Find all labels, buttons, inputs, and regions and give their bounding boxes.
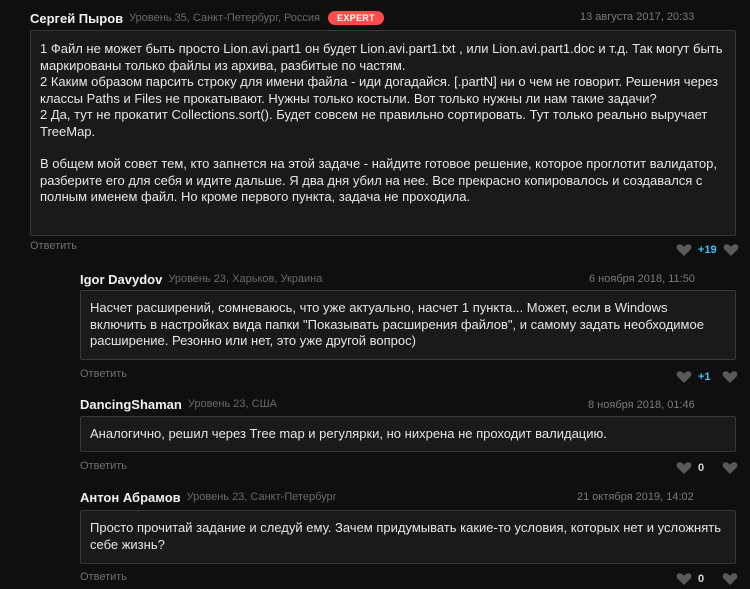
reply-link[interactable]: Ответить — [30, 240, 77, 252]
like-score: +19 — [698, 244, 717, 256]
comment-author[interactable]: Антон Абрамов — [80, 490, 181, 505]
reply-comment: Igor Davydov Уровень 23, Харьков, Украин… — [0, 262, 750, 392]
like-heart-icon[interactable] — [676, 370, 692, 384]
dislike-heart-icon[interactable] — [722, 572, 738, 586]
comment-paragraph: Аналогично, решил через Tree map и регул… — [90, 426, 607, 441]
comment-paragraph: Насчет расширений, сомневаюсь, что уже а… — [90, 300, 704, 348]
like-score: 0 — [698, 462, 705, 474]
comment-body: 1 Файл не может быть просто Lion.avi.par… — [30, 30, 736, 236]
comment-author[interactable]: DancingShaman — [80, 397, 182, 412]
like-score: +1 — [698, 371, 711, 383]
dislike-heart-icon[interactable] — [722, 461, 738, 475]
comment-body: Просто прочитай задание и следуй ему. За… — [80, 510, 736, 564]
like-score: 0 — [698, 573, 705, 585]
comment-author-meta: Уровень 23, США — [187, 398, 277, 410]
like-heart-icon[interactable] — [676, 243, 692, 257]
comment-paragraph: 1 Файл не может быть просто Lion.avi.par… — [40, 41, 723, 73]
reactions: +19 — [676, 243, 739, 257]
reactions: +1 — [676, 370, 738, 384]
dislike-heart-icon[interactable] — [723, 243, 739, 257]
reply-link[interactable]: Ответить — [80, 571, 127, 583]
comment-body: Насчет расширений, сомневаюсь, что уже а… — [80, 290, 736, 360]
like-heart-icon[interactable] — [676, 461, 692, 475]
comment-date: 6 ноября 2018, 11:50 — [589, 273, 695, 285]
comment-paragraph: Просто прочитай задание и следуй ему. За… — [90, 520, 721, 552]
comment-author[interactable]: Igor Davydov — [80, 272, 162, 287]
comment-author[interactable]: Сергей Пыров — [30, 11, 123, 26]
comment-author-meta: Уровень 35, Санкт-Петербург, Россия — [129, 12, 321, 24]
reply-link[interactable]: Ответить — [80, 368, 127, 380]
comment-paragraph: В общем мой совет тем, кто запнется на э… — [40, 156, 717, 204]
reactions: 0 — [676, 461, 738, 475]
comment-author-meta: Уровень 23, Санкт-Петербург — [186, 491, 337, 503]
comment-body: Аналогично, решил через Tree map и регул… — [80, 416, 736, 452]
expert-badge: EXPERT — [328, 11, 384, 25]
dislike-heart-icon[interactable] — [722, 370, 738, 384]
like-heart-icon[interactable] — [676, 572, 692, 586]
reactions: 0 — [676, 572, 738, 586]
comment-author-meta: Уровень 23, Харьков, Украина — [168, 273, 323, 285]
reply-link[interactable]: Ответить — [80, 460, 127, 472]
reply-comment: Антон Абрамов Уровень 23, Санкт-Петербур… — [0, 486, 750, 589]
comment-date: 21 октября 2019, 14:02 — [577, 491, 694, 503]
comment-paragraph: 2 Каким образом парсить строку для имени… — [40, 74, 718, 106]
reply-comment: DancingShaman Уровень 23, США 8 ноября 2… — [0, 392, 750, 486]
comment-date: 13 августа 2017, 20:33 — [580, 11, 695, 23]
comment: Сергей Пыров Уровень 35, Санкт-Петербург… — [0, 0, 750, 262]
comment-paragraph: 2 Да, тут не прокатит Collections.sort()… — [40, 107, 708, 139]
comment-date: 8 ноября 2018, 01:46 — [588, 399, 695, 411]
